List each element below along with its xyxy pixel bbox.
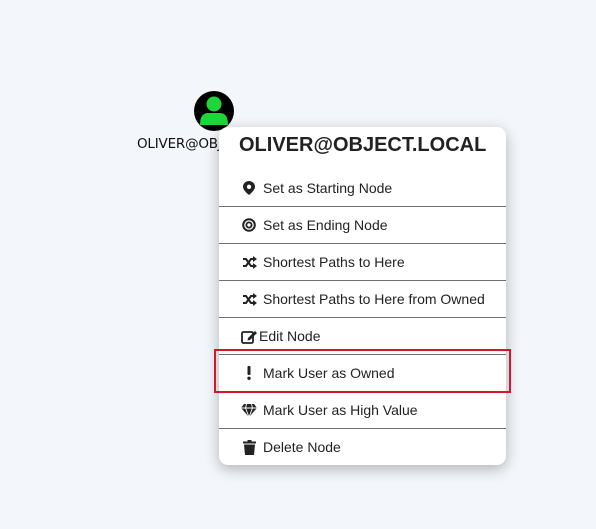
menu-title: OLIVER@OBJECT.LOCAL	[239, 134, 487, 156]
edit-icon	[241, 328, 257, 344]
menu-item-mark-high-value[interactable]: Mark User as High Value	[219, 392, 506, 429]
menu-item-set-starting-node[interactable]: Set as Starting Node	[219, 170, 506, 207]
exclamation-icon	[241, 365, 257, 381]
gem-icon	[241, 402, 257, 418]
map-marker-icon	[241, 180, 257, 196]
random-icon	[241, 254, 257, 270]
menu-item-shortest-paths[interactable]: Shortest Paths to Here	[219, 244, 506, 281]
menu-item-label: Delete Node	[263, 439, 341, 455]
menu-item-edit-node[interactable]: Edit Node	[219, 318, 506, 355]
menu-item-mark-owned[interactable]: Mark User as Owned	[219, 355, 506, 392]
menu-item-shortest-paths-from-owned[interactable]: Shortest Paths to Here from Owned	[219, 281, 506, 318]
context-menu: OLIVER@OBJECT.LOCAL Set as Starting Node…	[219, 127, 506, 465]
menu-item-set-ending-node[interactable]: Set as Ending Node	[219, 207, 506, 244]
menu-item-delete-node[interactable]: Delete Node	[219, 429, 506, 465]
random-icon	[241, 291, 257, 307]
menu-item-label: Mark User as Owned	[263, 365, 395, 381]
menu-item-label: Shortest Paths to Here from Owned	[263, 291, 485, 307]
menu-item-label: Shortest Paths to Here	[263, 254, 405, 270]
menu-item-label: Mark User as High Value	[263, 402, 418, 418]
menu-item-label: Edit Node	[259, 328, 321, 344]
trash-icon	[241, 439, 257, 455]
menu-item-label: Set as Starting Node	[263, 180, 393, 196]
menu-item-label: Set as Ending Node	[263, 217, 388, 233]
user-node[interactable]	[194, 91, 234, 131]
user-icon	[200, 96, 228, 125]
bullseye-icon	[241, 217, 257, 233]
